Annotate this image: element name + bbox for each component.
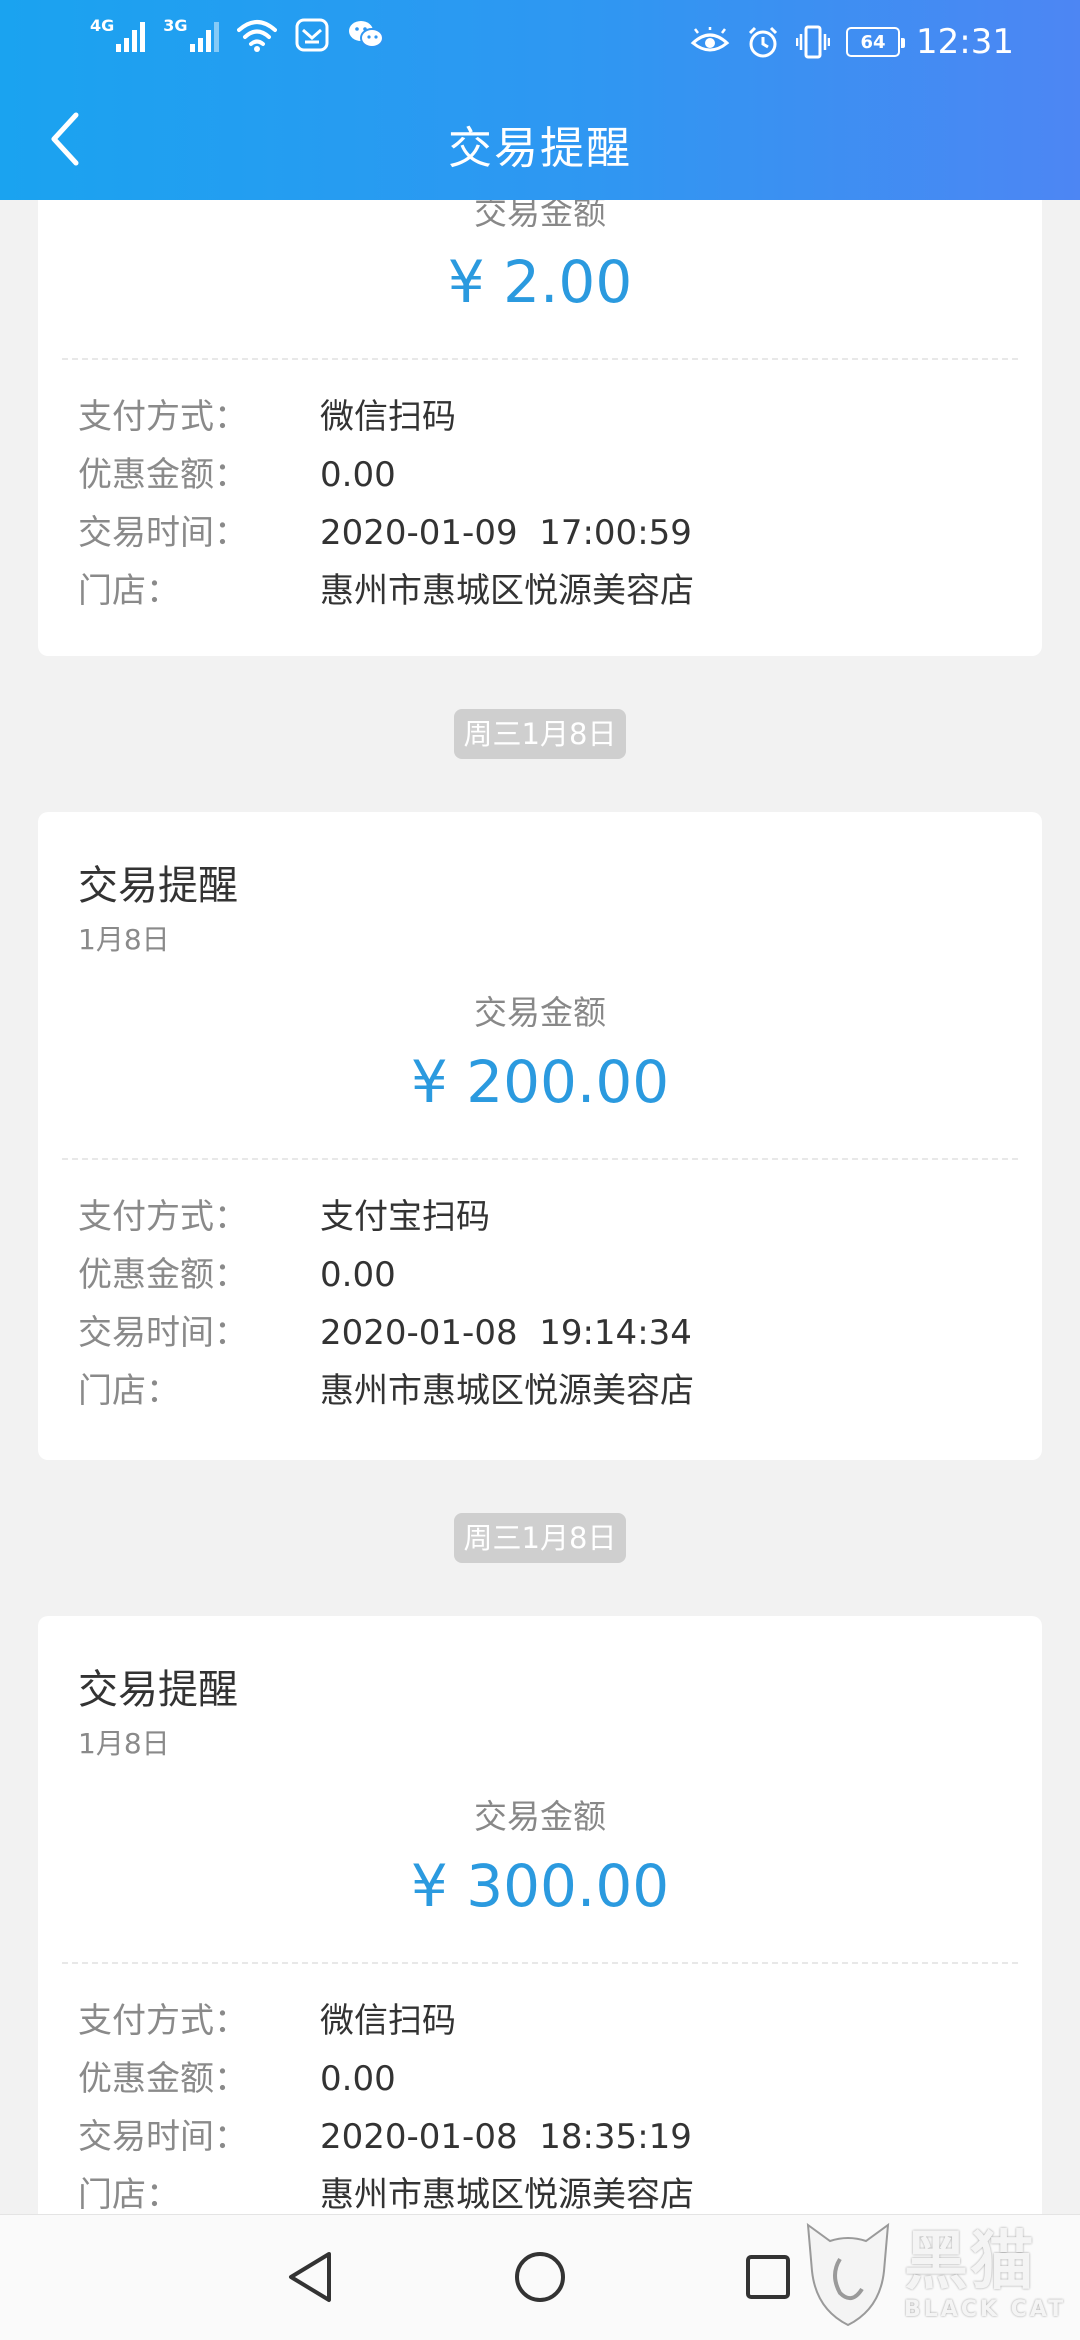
- detail-row-store: 门店： 惠州市惠城区悦源美容店: [78, 1362, 1002, 1420]
- square-recent-icon: [746, 2255, 790, 2299]
- amount-block: 交易金额 ¥ 2.00: [78, 200, 1002, 320]
- detail-value: 2020-01-09 17:00:59: [320, 513, 692, 553]
- nav-recent-button[interactable]: [728, 2237, 808, 2317]
- signal-3g-icon: 3G: [163, 16, 219, 52]
- watermark-text: 黑猫 BLACK CAT: [904, 2227, 1066, 2322]
- status-right: 64 12:31: [690, 14, 1014, 70]
- page-title: 交易提醒: [448, 123, 632, 174]
- detail-row-time: 交易时间： 2020-01-09 17:00:59: [78, 504, 1002, 562]
- triangle-back-icon: [289, 2252, 331, 2302]
- detail-value: 2020-01-08 18:35:19: [320, 2117, 692, 2157]
- eye-comfort-icon: [690, 27, 730, 52]
- battery-icon: 64: [846, 27, 906, 57]
- detail-row-store: 门店： 惠州市惠城区悦源美容店: [78, 2166, 1002, 2214]
- detail-value: 惠州市惠城区悦源美容店: [320, 2175, 694, 2214]
- detail-label: 支付方式：: [78, 397, 248, 437]
- amount-value: ¥ 200.00: [410, 1048, 670, 1116]
- amount-label: 交易金额: [474, 200, 606, 232]
- detail-label: 支付方式：: [78, 2001, 248, 2041]
- divider: [62, 1962, 1018, 1964]
- detail-label: 门店：: [78, 1371, 180, 1411]
- transaction-card[interactable]: 交易提醒 1月8日 交易金额 ¥ 200.00 支付方式： 支付宝扫码 优惠金额…: [38, 812, 1042, 1460]
- detail-value: 微信扫码: [320, 397, 456, 437]
- cat-logo-icon: [806, 2222, 890, 2327]
- detail-label: 交易时间：: [78, 2117, 248, 2157]
- transaction-card[interactable]: 交易金额 ¥ 2.00 支付方式： 微信扫码 优惠金额： 0.00 交易时间： …: [38, 200, 1042, 656]
- detail-label: 支付方式：: [78, 1197, 248, 1237]
- detail-row-discount: 优惠金额： 0.00: [78, 2050, 1002, 2108]
- card-title: 交易提醒: [78, 863, 238, 909]
- notification-list[interactable]: 交易金额 ¥ 2.00 支付方式： 微信扫码 优惠金额： 0.00 交易时间： …: [0, 200, 1080, 2214]
- network-type-1: 4G: [90, 16, 115, 35]
- wifi-icon: [236, 20, 277, 52]
- detail-label: 交易时间：: [78, 1313, 248, 1353]
- date-chip: 周三1月8日: [453, 1513, 627, 1563]
- divider: [62, 1158, 1018, 1160]
- amount-block: 交易金额 ¥ 300.00: [78, 1794, 1002, 1924]
- detail-row-time: 交易时间： 2020-01-08 19:14:34: [78, 1304, 1002, 1362]
- detail-label: 门店：: [78, 571, 180, 611]
- nav-home-button[interactable]: [500, 2237, 580, 2317]
- screen: 4G 3G 64 12:31 交易提醒 交易金额 ¥ 2.00 支付方式： 微信…: [0, 0, 1080, 2340]
- amount-value: ¥ 300.00: [410, 1852, 670, 1920]
- status-bar: 4G 3G 64 12:31: [0, 0, 1080, 84]
- detail-label: 优惠金额：: [78, 2059, 248, 2099]
- date-separator: 周三1月8日: [0, 1460, 1080, 1616]
- detail-row-discount: 优惠金额： 0.00: [78, 446, 1002, 504]
- alarm-icon: [748, 26, 778, 58]
- date-separator: 周三1月8日: [0, 656, 1080, 812]
- card-date: 1月8日: [78, 923, 170, 956]
- detail-label: 优惠金额：: [78, 455, 248, 495]
- battery-level: 64: [860, 31, 886, 53]
- network-type-2: 3G: [163, 16, 188, 35]
- transaction-card[interactable]: 交易提醒 1月8日 交易金额 ¥ 300.00 支付方式： 微信扫码 优惠金额：…: [38, 1616, 1042, 2214]
- watermark: 黑猫 BLACK CAT: [800, 2214, 1070, 2334]
- title-bar: 交易提醒: [0, 84, 1080, 200]
- header: 4G 3G 64 12:31 交易提醒: [0, 0, 1080, 200]
- detail-value: 0.00: [320, 1255, 396, 1295]
- detail-value: 2020-01-08 19:14:34: [320, 1313, 692, 1353]
- card-date: 1月8日: [78, 1727, 170, 1760]
- wechat-icon: [348, 21, 384, 48]
- detail-label: 优惠金额：: [78, 1255, 248, 1295]
- amount-block: 交易金额 ¥ 200.00: [78, 990, 1002, 1120]
- detail-row-payment-method: 支付方式： 微信扫码: [78, 1992, 1002, 2050]
- detail-value: 惠州市惠城区悦源美容店: [320, 571, 694, 611]
- detail-row-discount: 优惠金额： 0.00: [78, 1246, 1002, 1304]
- detail-value: 0.00: [320, 2059, 396, 2099]
- amount-label: 交易金额: [474, 1797, 606, 1836]
- detail-value: 支付宝扫码: [320, 1197, 490, 1237]
- amount-label: 交易金额: [474, 993, 606, 1032]
- feed: 交易金额 ¥ 2.00 支付方式： 微信扫码 优惠金额： 0.00 交易时间： …: [0, 200, 1080, 2214]
- date-chip: 周三1月8日: [453, 709, 627, 759]
- divider: [62, 358, 1018, 360]
- app-notification-icon: [295, 18, 329, 52]
- detail-label: 门店：: [78, 2175, 180, 2214]
- detail-value: 0.00: [320, 455, 396, 495]
- watermark-cn: 黑猫: [904, 2224, 1036, 2299]
- detail-value: 惠州市惠城区悦源美容店: [320, 1371, 694, 1411]
- detail-row-payment-method: 支付方式： 微信扫码: [78, 388, 1002, 446]
- nav-back-button[interactable]: [270, 2237, 350, 2317]
- detail-row-time: 交易时间： 2020-01-08 18:35:19: [78, 2108, 1002, 2166]
- amount-value: ¥ 2.00: [447, 248, 633, 316]
- watermark-en: BLACK CAT: [904, 2296, 1067, 2322]
- detail-label: 交易时间：: [78, 513, 248, 553]
- circle-home-icon: [515, 2252, 565, 2302]
- status-time: 12:31: [916, 22, 1014, 62]
- vibrate-icon: [796, 25, 831, 59]
- detail-value: 微信扫码: [320, 2001, 456, 2041]
- card-title: 交易提醒: [78, 1667, 238, 1713]
- detail-row-store: 门店： 惠州市惠城区悦源美容店: [78, 562, 1002, 620]
- signal-4g-icon: 4G: [90, 16, 146, 52]
- detail-row-payment-method: 支付方式： 支付宝扫码: [78, 1188, 1002, 1246]
- status-left: 4G 3G: [90, 18, 385, 52]
